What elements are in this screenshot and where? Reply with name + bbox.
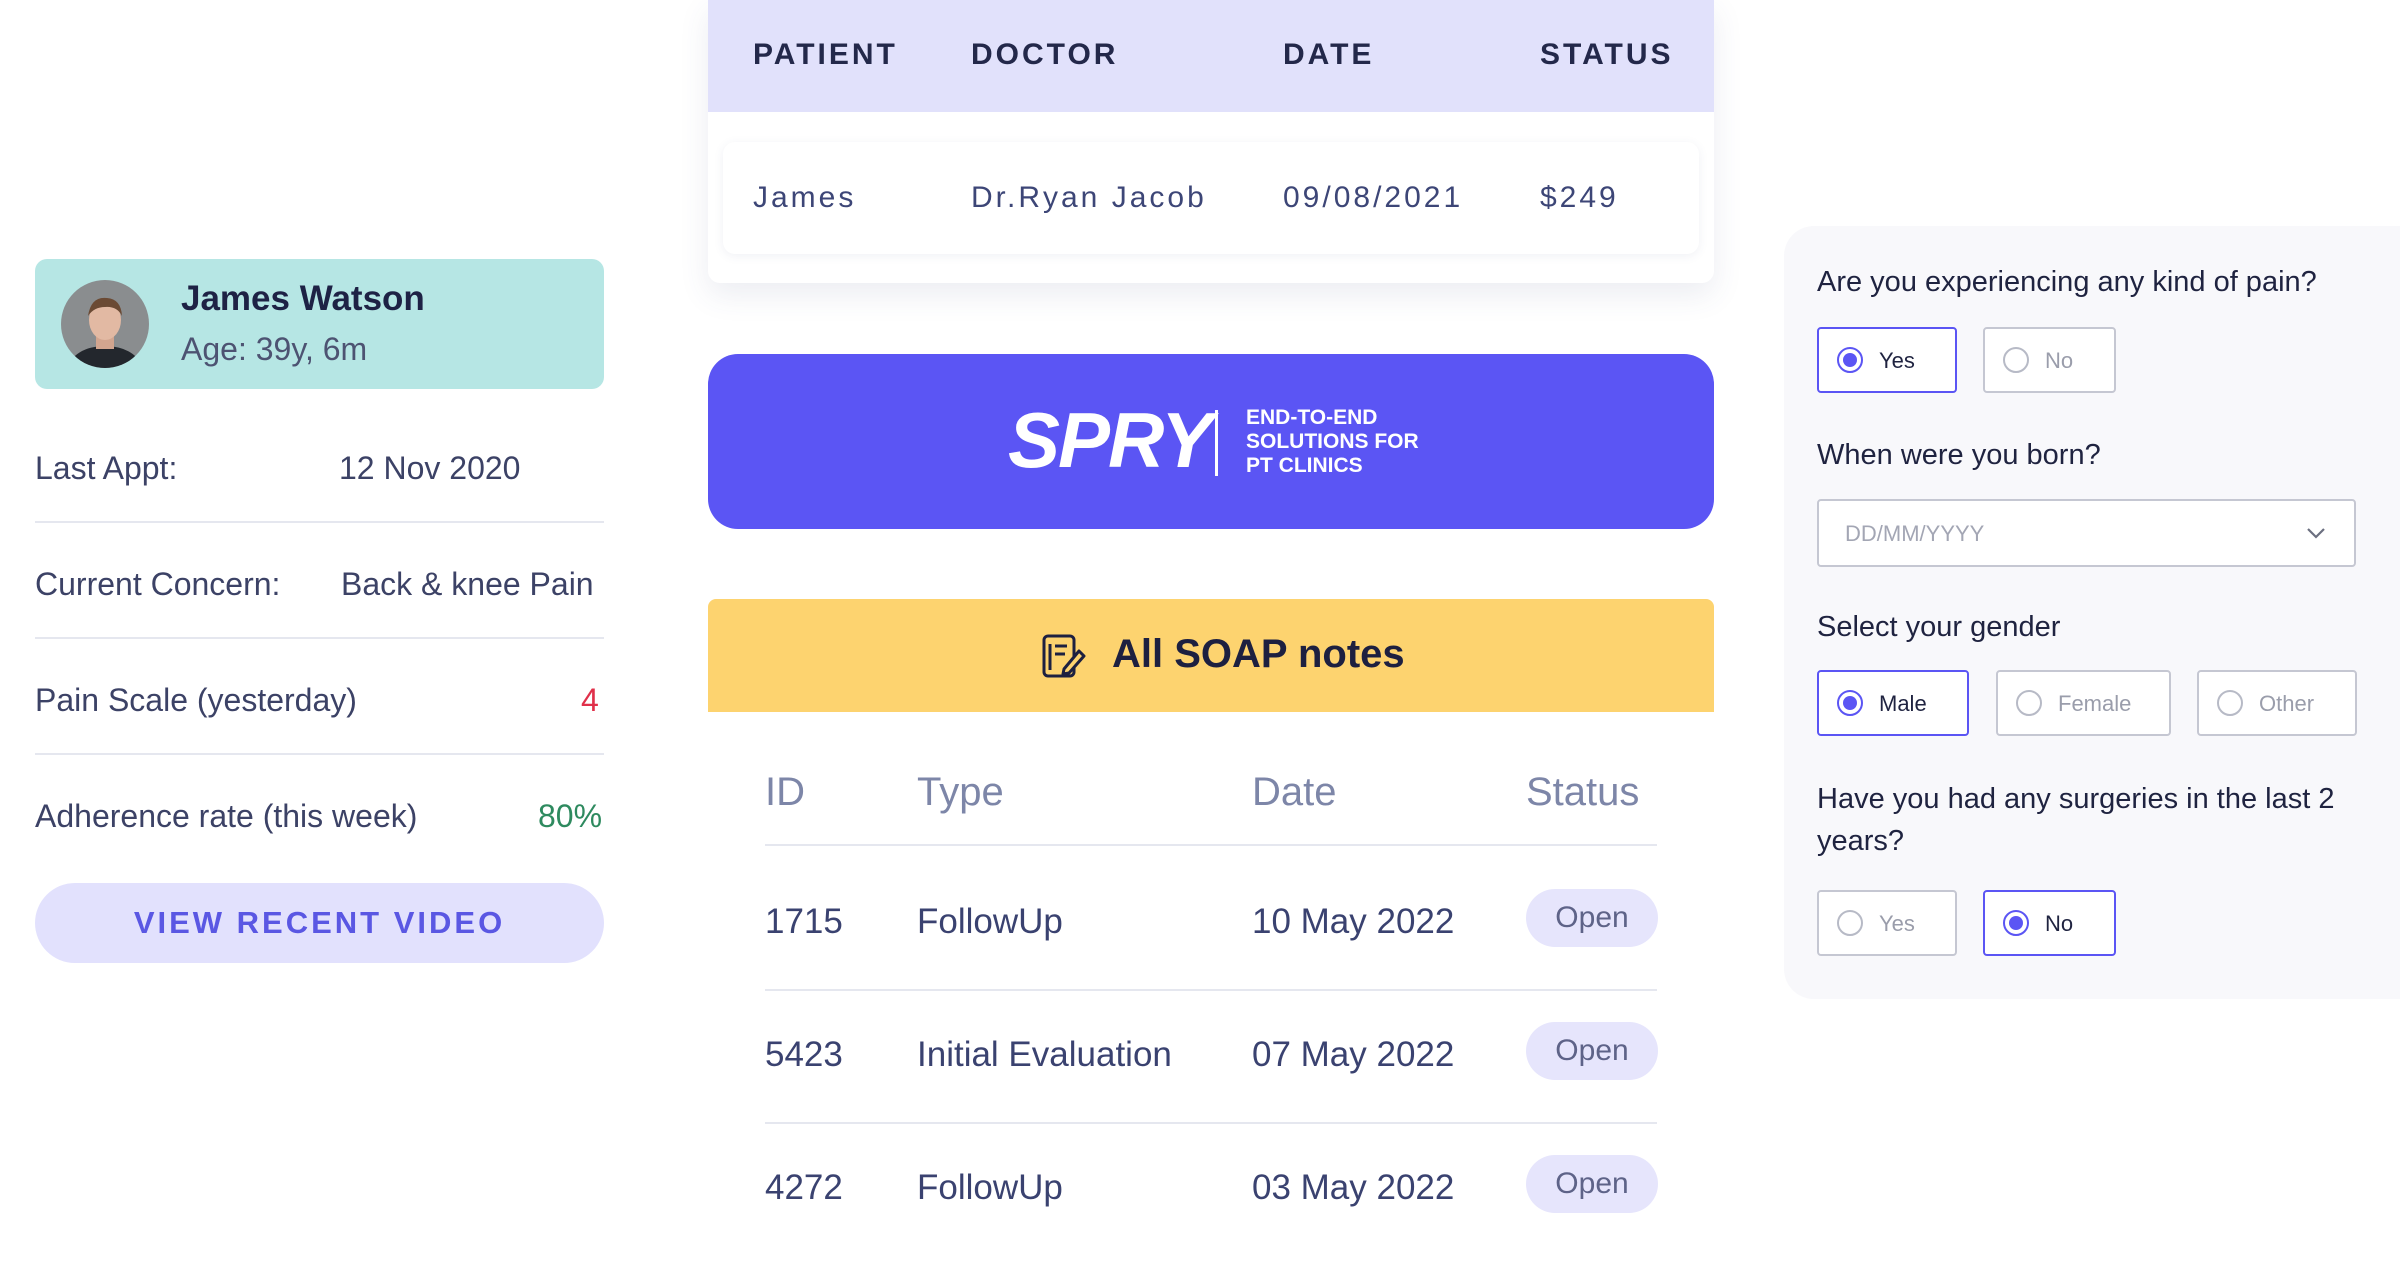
status-badge: Open xyxy=(1526,889,1658,947)
column-header-date: DATE xyxy=(1283,38,1375,71)
radio-label: Other xyxy=(2259,691,2315,716)
view-recent-video-button[interactable]: VIEW RECENT VIDEO xyxy=(35,883,604,963)
radio-pain-no[interactable]: No xyxy=(1983,327,2116,393)
info-label: Current Concern: xyxy=(35,566,281,602)
tagline-line: SOLUTIONS FOR xyxy=(1246,430,1419,453)
table-row[interactable]: 5423 Initial Evaluation 07 May 2022 Open xyxy=(765,989,1658,1124)
tagline-line: PT CLINICS xyxy=(1246,454,1363,477)
radio-label: Yes xyxy=(1879,911,1915,936)
column-header-doctor: DOCTOR xyxy=(971,38,1119,71)
column-header-id: ID xyxy=(765,770,805,814)
column-header-status: STATUS xyxy=(1540,38,1674,71)
radio-selected-icon xyxy=(2003,910,2029,936)
appointment-row[interactable]: James Dr.Ryan Jacob 09/08/2021 $249 xyxy=(723,142,1699,254)
avatar xyxy=(61,280,149,368)
info-row-last-appt: Last Appt: 12 Nov 2020 xyxy=(35,405,604,523)
table-row[interactable]: 4272 FollowUp 03 May 2022 Open xyxy=(765,1122,1658,1255)
radio-selected-icon xyxy=(1837,347,1863,373)
soap-date: 07 May 2022 xyxy=(1252,1035,1455,1074)
patient-name: James Watson xyxy=(181,279,425,318)
radio-surgery-yes[interactable]: Yes xyxy=(1817,890,1957,956)
column-header-patient: PATIENT xyxy=(753,38,898,71)
question-gender: Select your gender xyxy=(1817,611,2061,643)
appointments-table-header: PATIENT DOCTOR DATE STATUS xyxy=(708,0,1714,112)
radio-empty-icon xyxy=(2016,690,2042,716)
info-label: Adherence rate (this week) xyxy=(35,798,418,834)
table-row[interactable]: 1715 FollowUp 10 May 2022 Open xyxy=(765,856,1658,991)
status-badge: Open xyxy=(1526,1022,1658,1080)
pain-scale-value: 4 xyxy=(581,682,599,718)
soap-id: 5423 xyxy=(765,1035,843,1074)
question-birthdate: When were you born? xyxy=(1817,439,2101,471)
brand-banner: SPRY END-TO-END SOLUTIONS FOR PT CLINICS xyxy=(708,354,1714,529)
radio-label: No xyxy=(2045,911,2074,936)
soap-type: Initial Evaluation xyxy=(917,1035,1172,1074)
soap-notes-title: All SOAP notes xyxy=(1112,632,1405,676)
soap-id: 1715 xyxy=(765,902,843,941)
appointment-date: 09/08/2021 xyxy=(1283,181,1464,214)
radio-surgery-no[interactable]: No xyxy=(1983,890,2116,956)
column-header-type: Type xyxy=(917,770,1004,814)
status-badge: Open xyxy=(1526,1155,1658,1213)
radio-selected-icon xyxy=(1837,690,1863,716)
soap-type: FollowUp xyxy=(917,902,1063,941)
column-header-date: Date xyxy=(1252,770,1337,814)
adherence-value: 80% xyxy=(538,798,603,834)
soap-date: 03 May 2022 xyxy=(1252,1168,1455,1207)
patient-header-card: James Watson Age: 39y, 6m xyxy=(35,259,604,389)
radio-empty-icon xyxy=(1837,910,1863,936)
info-row-pain-scale: Pain Scale (yesterday) 4 xyxy=(35,637,604,755)
soap-type: FollowUp xyxy=(917,1168,1063,1207)
appointment-patient: James xyxy=(753,181,857,214)
question-pain: Are you experiencing any kind of pain? xyxy=(1817,266,2317,298)
radio-empty-icon xyxy=(2217,690,2243,716)
spry-logo: SPRY xyxy=(1008,396,1213,484)
info-value: Back & knee Pain xyxy=(341,566,594,602)
info-row-current-concern: Current Concern: Back & knee Pain xyxy=(35,521,604,639)
tagline-line: END-TO-END xyxy=(1246,406,1378,429)
notes-edit-icon xyxy=(1042,634,1086,678)
info-label: Last Appt: xyxy=(35,450,178,486)
appointment-amount: $249 xyxy=(1540,181,1619,214)
column-header-status: Status xyxy=(1526,770,1640,814)
brand-tagline: END-TO-END SOLUTIONS FOR PT CLINICS xyxy=(1246,406,1446,478)
patient-age: Age: 39y, 6m xyxy=(181,331,368,367)
radio-label: Male xyxy=(1879,691,1927,716)
question-surgeries: Have you had any surgeries in the last 2… xyxy=(1817,783,2335,857)
radio-gender-female[interactable]: Female xyxy=(1996,670,2171,736)
info-row-adherence: Adherence rate (this week) 80% xyxy=(35,753,604,869)
birthdate-placeholder: DD/MM/YYYY xyxy=(1845,521,1985,546)
info-label: Pain Scale (yesterday) xyxy=(35,682,357,718)
divider xyxy=(765,844,1657,846)
info-value: 12 Nov 2020 xyxy=(339,450,521,486)
radio-pain-yes[interactable]: Yes xyxy=(1817,327,1957,393)
logo-divider xyxy=(1215,410,1218,476)
radio-label: Female xyxy=(2058,691,2132,716)
soap-date: 10 May 2022 xyxy=(1252,902,1455,941)
radio-gender-other[interactable]: Other xyxy=(2197,670,2357,736)
radio-label: No xyxy=(2045,348,2074,373)
radio-label: Yes xyxy=(1879,348,1915,373)
birthdate-select[interactable]: DD/MM/YYYY xyxy=(1817,499,2356,567)
radio-gender-male[interactable]: Male xyxy=(1817,670,1969,736)
appointment-doctor: Dr.Ryan Jacob xyxy=(971,181,1207,214)
soap-id: 4272 xyxy=(765,1168,843,1207)
soap-notes-header[interactable]: All SOAP notes xyxy=(708,599,1714,712)
radio-empty-icon xyxy=(2003,347,2029,373)
chevron-down-icon xyxy=(2307,528,2325,539)
